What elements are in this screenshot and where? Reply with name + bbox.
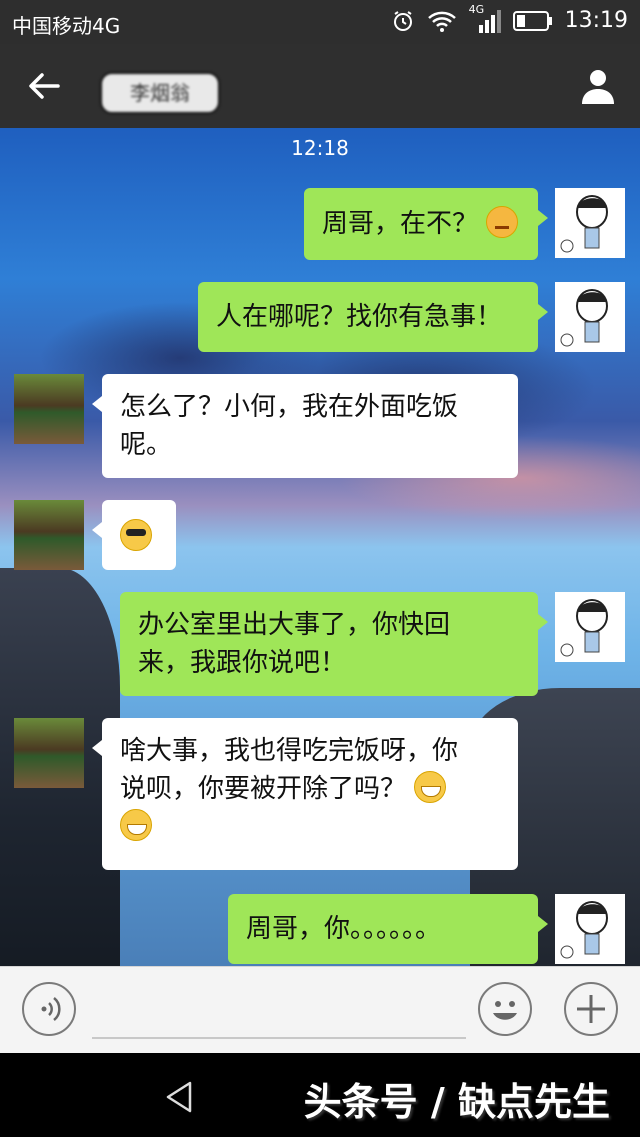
clock: 13:19: [564, 8, 628, 33]
message-text-line: 啥大事，我也得吃完饭呀，你: [120, 736, 459, 766]
angry-face-icon: [486, 205, 519, 238]
message-bubble-sent[interactable]: 办公室里出大事了，你快回 来，我跟你说吧！: [120, 592, 548, 696]
chat-header: 李烟翁: [0, 44, 640, 128]
message-text-line: 来，我跟你说吧！: [138, 648, 347, 678]
message-text-line: 办公室里出大事了，你快回: [138, 610, 451, 640]
contact-avatar[interactable]: [14, 718, 84, 788]
message-bubble-sent[interactable]: 周哥，在不？: [304, 188, 548, 260]
message-text: 周哥，在不？: [322, 209, 479, 239]
my-avatar[interactable]: [555, 592, 625, 662]
message-input[interactable]: [92, 987, 466, 1039]
carrier-label: 中国移动4G: [12, 14, 121, 38]
message-bubble-sent[interactable]: 人在哪呢？找你有急事！: [198, 282, 548, 352]
my-avatar[interactable]: [555, 282, 625, 352]
back-arrow-icon[interactable]: [24, 66, 64, 106]
message-bubble-received[interactable]: [92, 500, 176, 570]
watermark: 头条号 / 缺点先生: [303, 1080, 610, 1124]
alarm-icon: [393, 10, 412, 31]
status-icons: 4G 13:19: [391, 3, 628, 33]
profile-icon[interactable]: [578, 66, 618, 106]
message-text: 周哥，你。。。。。。: [246, 914, 442, 944]
signal-icon: 4G: [469, 3, 501, 33]
message-bubble-received[interactable]: 啥大事，我也得吃完饭呀，你 说呗，你要被开除了吗？: [92, 718, 518, 870]
message-text-line: 说呗，你要被开除了吗？: [120, 770, 500, 808]
grin-face-icon: [120, 808, 152, 841]
message-text-line: 怎么了？小何，我在外面吃饭: [120, 392, 459, 422]
battery-icon: [512, 10, 552, 31]
message-input-bar: [0, 966, 640, 1053]
nav-back-icon[interactable]: [160, 1077, 200, 1117]
more-options-button[interactable]: [564, 982, 618, 1036]
my-avatar[interactable]: [555, 894, 625, 964]
contact-avatar[interactable]: [14, 500, 84, 570]
system-nav-bar: 头条号 / 缺点先生: [0, 1053, 640, 1137]
contact-avatar[interactable]: [14, 374, 84, 444]
message-timestamp: 12:18: [291, 136, 349, 160]
grin-face-icon: [414, 770, 447, 803]
message-text: 说呗，你要被开除了吗？: [120, 774, 407, 804]
message-bubble-sent[interactable]: 周哥，你。。。。。。: [228, 894, 548, 964]
message-bubble-received[interactable]: 怎么了？小何，我在外面吃饭 呢。: [92, 374, 518, 478]
my-avatar[interactable]: [555, 188, 625, 258]
voice-input-button[interactable]: [22, 982, 76, 1036]
plus-icon: [577, 995, 605, 1023]
chat-area[interactable]: 12:18 周哥，在不？ 人在哪呢？找你有急事！ 怎么了？小何，我在外面吃饭 呢…: [0, 128, 640, 966]
status-bar: 中国移动4G 4G 13:19: [0, 0, 640, 44]
message-text: 人在哪呢？找你有急事！: [216, 302, 503, 332]
contact-name: 李烟翁: [100, 72, 220, 114]
message-text-line: 呢。: [120, 430, 173, 460]
voice-icon: [41, 997, 61, 1021]
emoji-button[interactable]: [478, 982, 532, 1036]
sunglasses-face-icon: [120, 518, 152, 551]
smiley-icon: [493, 1001, 517, 1020]
wifi-icon: [427, 11, 456, 32]
message-text-line: [120, 808, 500, 846]
